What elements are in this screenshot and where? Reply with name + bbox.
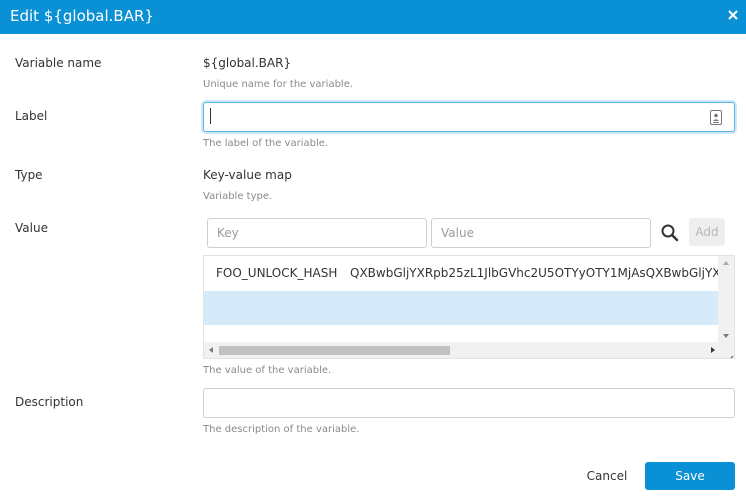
- value-hint: The value of the variable.: [203, 365, 332, 376]
- dialog-header: Edit ${global.BAR}: [0, 0, 746, 34]
- text-cursor: [210, 108, 211, 124]
- type-value: Key-value map: [203, 168, 292, 182]
- description-hint: The description of the variable.: [203, 424, 360, 435]
- vertical-scrollbar[interactable]: [718, 256, 734, 344]
- row-key: FOO_UNLOCK_HASH: [216, 266, 338, 280]
- scroll-up-icon[interactable]: [723, 261, 729, 265]
- table-row[interactable]: FOO_UNLOCK_HASH QXBwbGljYXRpb25zL1JlbGVh…: [204, 256, 734, 290]
- scroll-down-icon[interactable]: [723, 334, 729, 338]
- scrollbar-thumb[interactable]: [219, 346, 450, 355]
- table-row-empty-selected[interactable]: [204, 291, 720, 325]
- cancel-button[interactable]: Cancel: [582, 462, 632, 490]
- variable-name-value: ${global.BAR}: [203, 56, 292, 70]
- variable-name-hint: Unique name for the variable.: [203, 79, 354, 90]
- description-label: Description: [15, 395, 84, 409]
- type-label: Type: [15, 168, 43, 182]
- scroll-right-icon[interactable]: [711, 347, 715, 353]
- key-input[interactable]: [207, 218, 427, 248]
- variable-name-label: Variable name: [15, 56, 102, 70]
- horizontal-scrollbar[interactable]: [204, 342, 734, 358]
- save-button[interactable]: Save: [645, 462, 735, 490]
- description-input[interactable]: [203, 388, 735, 418]
- add-button[interactable]: Add: [689, 218, 725, 246]
- search-icon[interactable]: [659, 222, 681, 244]
- scroll-left-icon[interactable]: [209, 347, 213, 353]
- resize-grip-icon[interactable]: [726, 348, 734, 358]
- close-icon[interactable]: [726, 7, 740, 21]
- row-value: QXBwbGljYXRpb25zL1JlbGVhc2U5OTYyOTY1MjAs…: [350, 266, 735, 280]
- label-hint: The label of the variable.: [203, 138, 329, 149]
- key-value-table: FOO_UNLOCK_HASH QXBwbGljYXRpb25zL1JlbGVh…: [203, 255, 735, 359]
- value-input[interactable]: [431, 218, 651, 248]
- contact-card-icon[interactable]: [710, 110, 722, 125]
- dialog-title: Edit ${global.BAR}: [10, 7, 154, 25]
- value-label: Value: [15, 221, 48, 235]
- label-field-label: Label: [15, 109, 48, 123]
- label-input[interactable]: [203, 102, 735, 132]
- type-hint: Variable type.: [203, 191, 273, 202]
